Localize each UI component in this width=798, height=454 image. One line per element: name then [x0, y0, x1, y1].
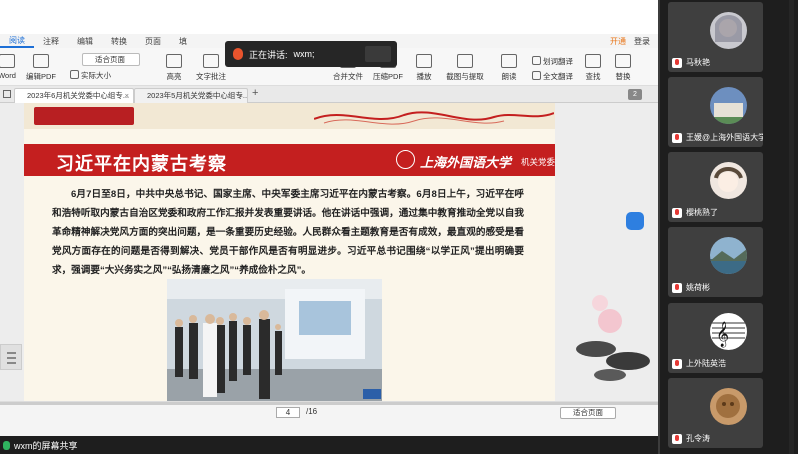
- zoom-select[interactable]: 适合页面: [82, 53, 140, 66]
- speaking-label: 正在讲话:: [249, 49, 288, 60]
- university-seal: [396, 150, 415, 169]
- actual-size-button[interactable]: 实际大小: [70, 70, 111, 81]
- full-translate-icon: [532, 71, 541, 80]
- doc-tab-active[interactable]: 2023年6月机关党委中心组专... ×: [14, 88, 134, 103]
- speaking-user: wxm;: [293, 49, 315, 59]
- gallery-divider: [658, 0, 660, 454]
- tab-edit[interactable]: 编辑: [68, 36, 102, 47]
- actual-size-icon: [70, 70, 79, 79]
- tab-read[interactable]: 阅读: [0, 35, 34, 48]
- shared-screen: 阅读 注释 编辑 转换 页面 填 开通 登录 Word 编辑PDF 实际大小 高…: [0, 0, 658, 436]
- anime-girl-avatar: [710, 12, 747, 49]
- campus-building-avatar: [710, 87, 747, 124]
- music-score-avatar: 𝄞: [710, 313, 747, 350]
- header-band: [24, 103, 555, 129]
- replace-icon: [615, 54, 631, 68]
- side-panel-handle[interactable]: [0, 344, 22, 370]
- slide-body-text: 6月7日至8日，中共中央总书记、国家主席、中央军委主席习近平在内蒙古考察。6月8…: [52, 189, 524, 276]
- login-link[interactable]: 登录: [634, 36, 650, 47]
- vip-link[interactable]: 开通: [610, 36, 626, 47]
- landscape-avatar: [710, 237, 747, 274]
- lotus-decoration: [576, 295, 650, 381]
- cartoon-girl-avatar: [710, 162, 747, 199]
- screenshot-icon: [457, 54, 473, 68]
- horizontal-scrollbar[interactable]: [0, 402, 658, 405]
- share-icon: [3, 440, 10, 450]
- edit-pdf-icon: [33, 54, 49, 68]
- speaker-avatar: [365, 46, 391, 62]
- muted-mic-icon: [672, 282, 682, 293]
- participant-tile[interactable]: 𝄞 上外陆英浩: [668, 303, 763, 373]
- close-icon[interactable]: ×: [239, 89, 243, 102]
- play-button[interactable]: 播放: [403, 54, 445, 82]
- page-total: /16: [306, 407, 318, 416]
- document-area[interactable]: 习近平在内蒙古考察 上海外国语大学 机关党委 6月7日至8日，中共中央总书记、国…: [0, 103, 658, 401]
- slide-title-bar: 习近平在内蒙古考察 上海外国语大学 机关党委: [24, 144, 555, 176]
- muted-mic-icon: [672, 207, 682, 218]
- dragon-decoration: [314, 111, 554, 125]
- highlight-icon: [166, 54, 182, 68]
- close-icon[interactable]: ×: [125, 89, 129, 102]
- participant-tile[interactable]: 姚荷彬: [668, 227, 763, 297]
- assistant-icon[interactable]: [626, 212, 644, 230]
- find-icon: [585, 54, 601, 68]
- word-icon: [0, 54, 15, 68]
- home-icon[interactable]: [3, 90, 11, 98]
- participant-tile[interactable]: 王媛@上海外国语大学: [668, 77, 763, 147]
- translate-icon: [532, 56, 541, 65]
- page-count-badge: 2: [628, 89, 642, 100]
- party-committee: 机关党委: [521, 157, 555, 167]
- tab-convert[interactable]: 转换: [102, 36, 136, 47]
- muted-mic-icon: [672, 358, 682, 369]
- tab-annotate[interactable]: 注释: [34, 36, 68, 47]
- participant-tile[interactable]: 樱桃熟了: [668, 152, 763, 222]
- participant-tile[interactable]: 马秋艳: [668, 2, 763, 72]
- page-number-input[interactable]: 4: [276, 407, 300, 418]
- edit-pdf-button[interactable]: 编辑PDF: [20, 54, 62, 82]
- slide-page: 习近平在内蒙古考察 上海外国语大学 机关党委 6月7日至8日，中共中央总书记、国…: [24, 103, 555, 401]
- participant-tile[interactable]: 孔令涛: [668, 378, 763, 448]
- tab-fill[interactable]: 填: [170, 36, 196, 47]
- sculpture-avatar: [710, 388, 747, 425]
- document-tabs: 2023年6月机关党委中心组专... × 2023年5月机关党委中心组专... × …: [0, 86, 658, 103]
- muted-mic-icon: [672, 433, 682, 444]
- status-bar: 4 /16 适合页面: [0, 401, 658, 436]
- play-icon: [416, 54, 432, 68]
- screen-share-label: wxm的屏幕共享: [0, 438, 78, 452]
- news-photo: [167, 279, 382, 401]
- doc-tab-second[interactable]: 2023年5月机关党委中心组专... ×: [134, 88, 248, 103]
- muted-mic-icon: [672, 132, 682, 143]
- text-note-icon: [203, 54, 219, 68]
- read-aloud-button[interactable]: 朗读: [488, 54, 530, 82]
- paragraph-translate-button[interactable]: 划词翻译: [532, 56, 573, 67]
- university-logo: [34, 107, 134, 125]
- status-zoom-select[interactable]: 适合页面: [560, 407, 616, 419]
- replace-button[interactable]: 替换: [602, 54, 644, 82]
- tab-page[interactable]: 页面: [136, 36, 170, 47]
- full-translate-button[interactable]: 全文翻译: [532, 71, 573, 82]
- add-tab-icon[interactable]: +: [252, 87, 258, 99]
- svg-text:𝄞: 𝄞: [716, 321, 729, 347]
- gallery-scrollbar[interactable]: [789, 0, 794, 454]
- muted-mic-icon: [672, 57, 682, 68]
- highlight-button[interactable]: 高亮: [153, 54, 195, 82]
- microphone-icon: [233, 48, 243, 60]
- read-aloud-icon: [501, 54, 517, 68]
- slide-title: 习近平在内蒙古考察: [56, 154, 227, 174]
- screenshot-button[interactable]: 截图与提取: [444, 54, 486, 82]
- university-name: 上海外国语大学: [420, 156, 512, 171]
- speaking-indicator: 正在讲话: wxm;: [225, 41, 397, 67]
